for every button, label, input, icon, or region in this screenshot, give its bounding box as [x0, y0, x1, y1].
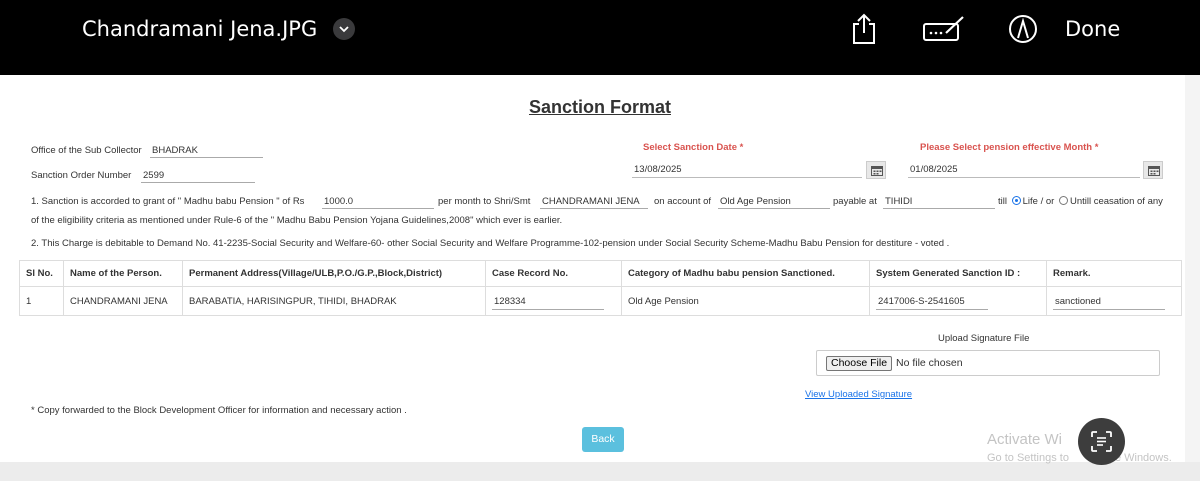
cell-category: Old Age Pension: [621, 286, 870, 316]
effective-month-label: Please Select pension effective Month *: [920, 142, 1099, 153]
view-uploaded-signature-link[interactable]: View Uploaded Signature: [805, 389, 912, 400]
watermark-sub-2: e Windows.: [1114, 452, 1172, 464]
order-number-label: Sanction Order Number: [31, 170, 132, 181]
para1-text-3: on account of: [654, 196, 712, 207]
para1-line-2: of the eligibility criteria as mentioned…: [31, 215, 563, 226]
cell-case-record: 128334: [485, 286, 622, 316]
beneficiary-name-field[interactable]: CHANDRAMANI JENA: [540, 196, 648, 209]
page-edge: [1185, 75, 1200, 462]
live-text-button[interactable]: [1078, 418, 1125, 465]
done-button[interactable]: Done: [1065, 17, 1120, 41]
live-text-icon: [1091, 431, 1112, 452]
activate-windows-watermark: Activate Wi: [987, 431, 1063, 448]
share-icon[interactable]: [850, 12, 878, 46]
order-number-field[interactable]: 2599: [141, 170, 255, 183]
sanction-table: Sl No. Name of the Person. Permanent Add…: [19, 260, 1182, 316]
page-title: Sanction Format: [528, 97, 671, 117]
markup-icon[interactable]: [1008, 12, 1038, 46]
table-header-row: Sl No. Name of the Person. Permanent Add…: [19, 260, 1182, 287]
sanction-date-calendar-button[interactable]: [866, 161, 886, 179]
para1-text-5: till: [998, 196, 1007, 207]
office-label: Office of the Sub Collector: [31, 145, 142, 156]
copy-forwarded-note: * Copy forwarded to the Block Developmen…: [31, 405, 407, 416]
cell-name: CHANDRAMANI JENA: [63, 286, 183, 316]
until-cessation-radio-label: Untill ceasation of any: [1069, 196, 1163, 207]
effective-month-field[interactable]: 01/08/2025: [908, 160, 1140, 178]
signature-file-input[interactable]: Choose File No file chosen: [816, 350, 1160, 376]
office-field[interactable]: BHADRAK: [150, 145, 263, 158]
para1-options: till Life / or Untill ceasation of any: [998, 196, 1163, 207]
file-status-text: No file chosen: [896, 357, 963, 369]
life-radio-label: Life / or: [1022, 196, 1055, 207]
payable-at-field[interactable]: TIHIDI: [883, 196, 995, 209]
choose-file-button[interactable]: Choose File: [826, 356, 893, 371]
watermark-sub-1: Go to Settings to: [987, 452, 1069, 464]
back-button[interactable]: Back: [582, 427, 624, 452]
table-row: 1 CHANDRAMANI JENA BARABATIA, HARISINGPU…: [19, 286, 1182, 316]
until-cessation-radio[interactable]: [1058, 196, 1068, 205]
chevron-down-icon: [339, 26, 349, 33]
col-header-name: Name of the Person.: [63, 260, 183, 287]
activate-windows-watermark-sub: Go to Settings to e Windows.: [987, 452, 1172, 464]
calendar-icon: [1148, 166, 1160, 176]
para2-text: 2. This Charge is debitable to Demand No…: [31, 238, 950, 249]
para1-text-1: 1. Sanction is accorded to grant of " Ma…: [31, 196, 305, 207]
sanction-date-label: Select Sanction Date *: [643, 142, 744, 153]
effective-month-calendar-button[interactable]: [1143, 161, 1163, 179]
col-header-case-record: Case Record No.: [485, 260, 622, 287]
life-radio[interactable]: [1011, 196, 1021, 205]
col-header-remark: Remark.: [1046, 260, 1182, 287]
cell-sl: 1: [19, 286, 64, 316]
upload-signature-label: Upload Signature File: [938, 333, 1030, 344]
signature-icon[interactable]: [922, 12, 966, 46]
title-menu-button[interactable]: [333, 18, 355, 40]
calendar-icon: [871, 166, 883, 176]
col-header-sl: Sl No.: [19, 260, 64, 287]
para1-text-2: per month to Shri/Smt: [438, 196, 531, 207]
amount-field[interactable]: 1000.0: [322, 196, 434, 209]
cell-address: BARABATIA, HARISINGPUR, TIHIDI, BHADRAK: [182, 286, 486, 316]
cell-remark: sanctioned: [1046, 286, 1182, 316]
pension-category-field[interactable]: Old Age Pension: [718, 196, 830, 209]
col-header-sanction-id: System Generated Sanction ID :: [869, 260, 1047, 287]
viewer-toolbar: Chandramani Jena.JPG Done: [0, 0, 1200, 75]
page-footer-strip: [0, 462, 1200, 481]
cell-sanction-id: 2417006-S-2541605: [869, 286, 1047, 316]
col-header-category: Category of Madhu babu pension Sanctione…: [621, 260, 870, 287]
case-record-field[interactable]: 128334: [492, 292, 604, 310]
col-header-address: Permanent Address(Village/ULB,P.O./G.P.,…: [182, 260, 486, 287]
file-title[interactable]: Chandramani Jena.JPG: [82, 17, 317, 41]
remark-field[interactable]: sanctioned: [1053, 292, 1165, 310]
sanction-id-field[interactable]: 2417006-S-2541605: [876, 292, 988, 310]
sanction-date-field[interactable]: 13/08/2025: [632, 160, 862, 178]
para1-text-4: payable at: [833, 196, 877, 207]
